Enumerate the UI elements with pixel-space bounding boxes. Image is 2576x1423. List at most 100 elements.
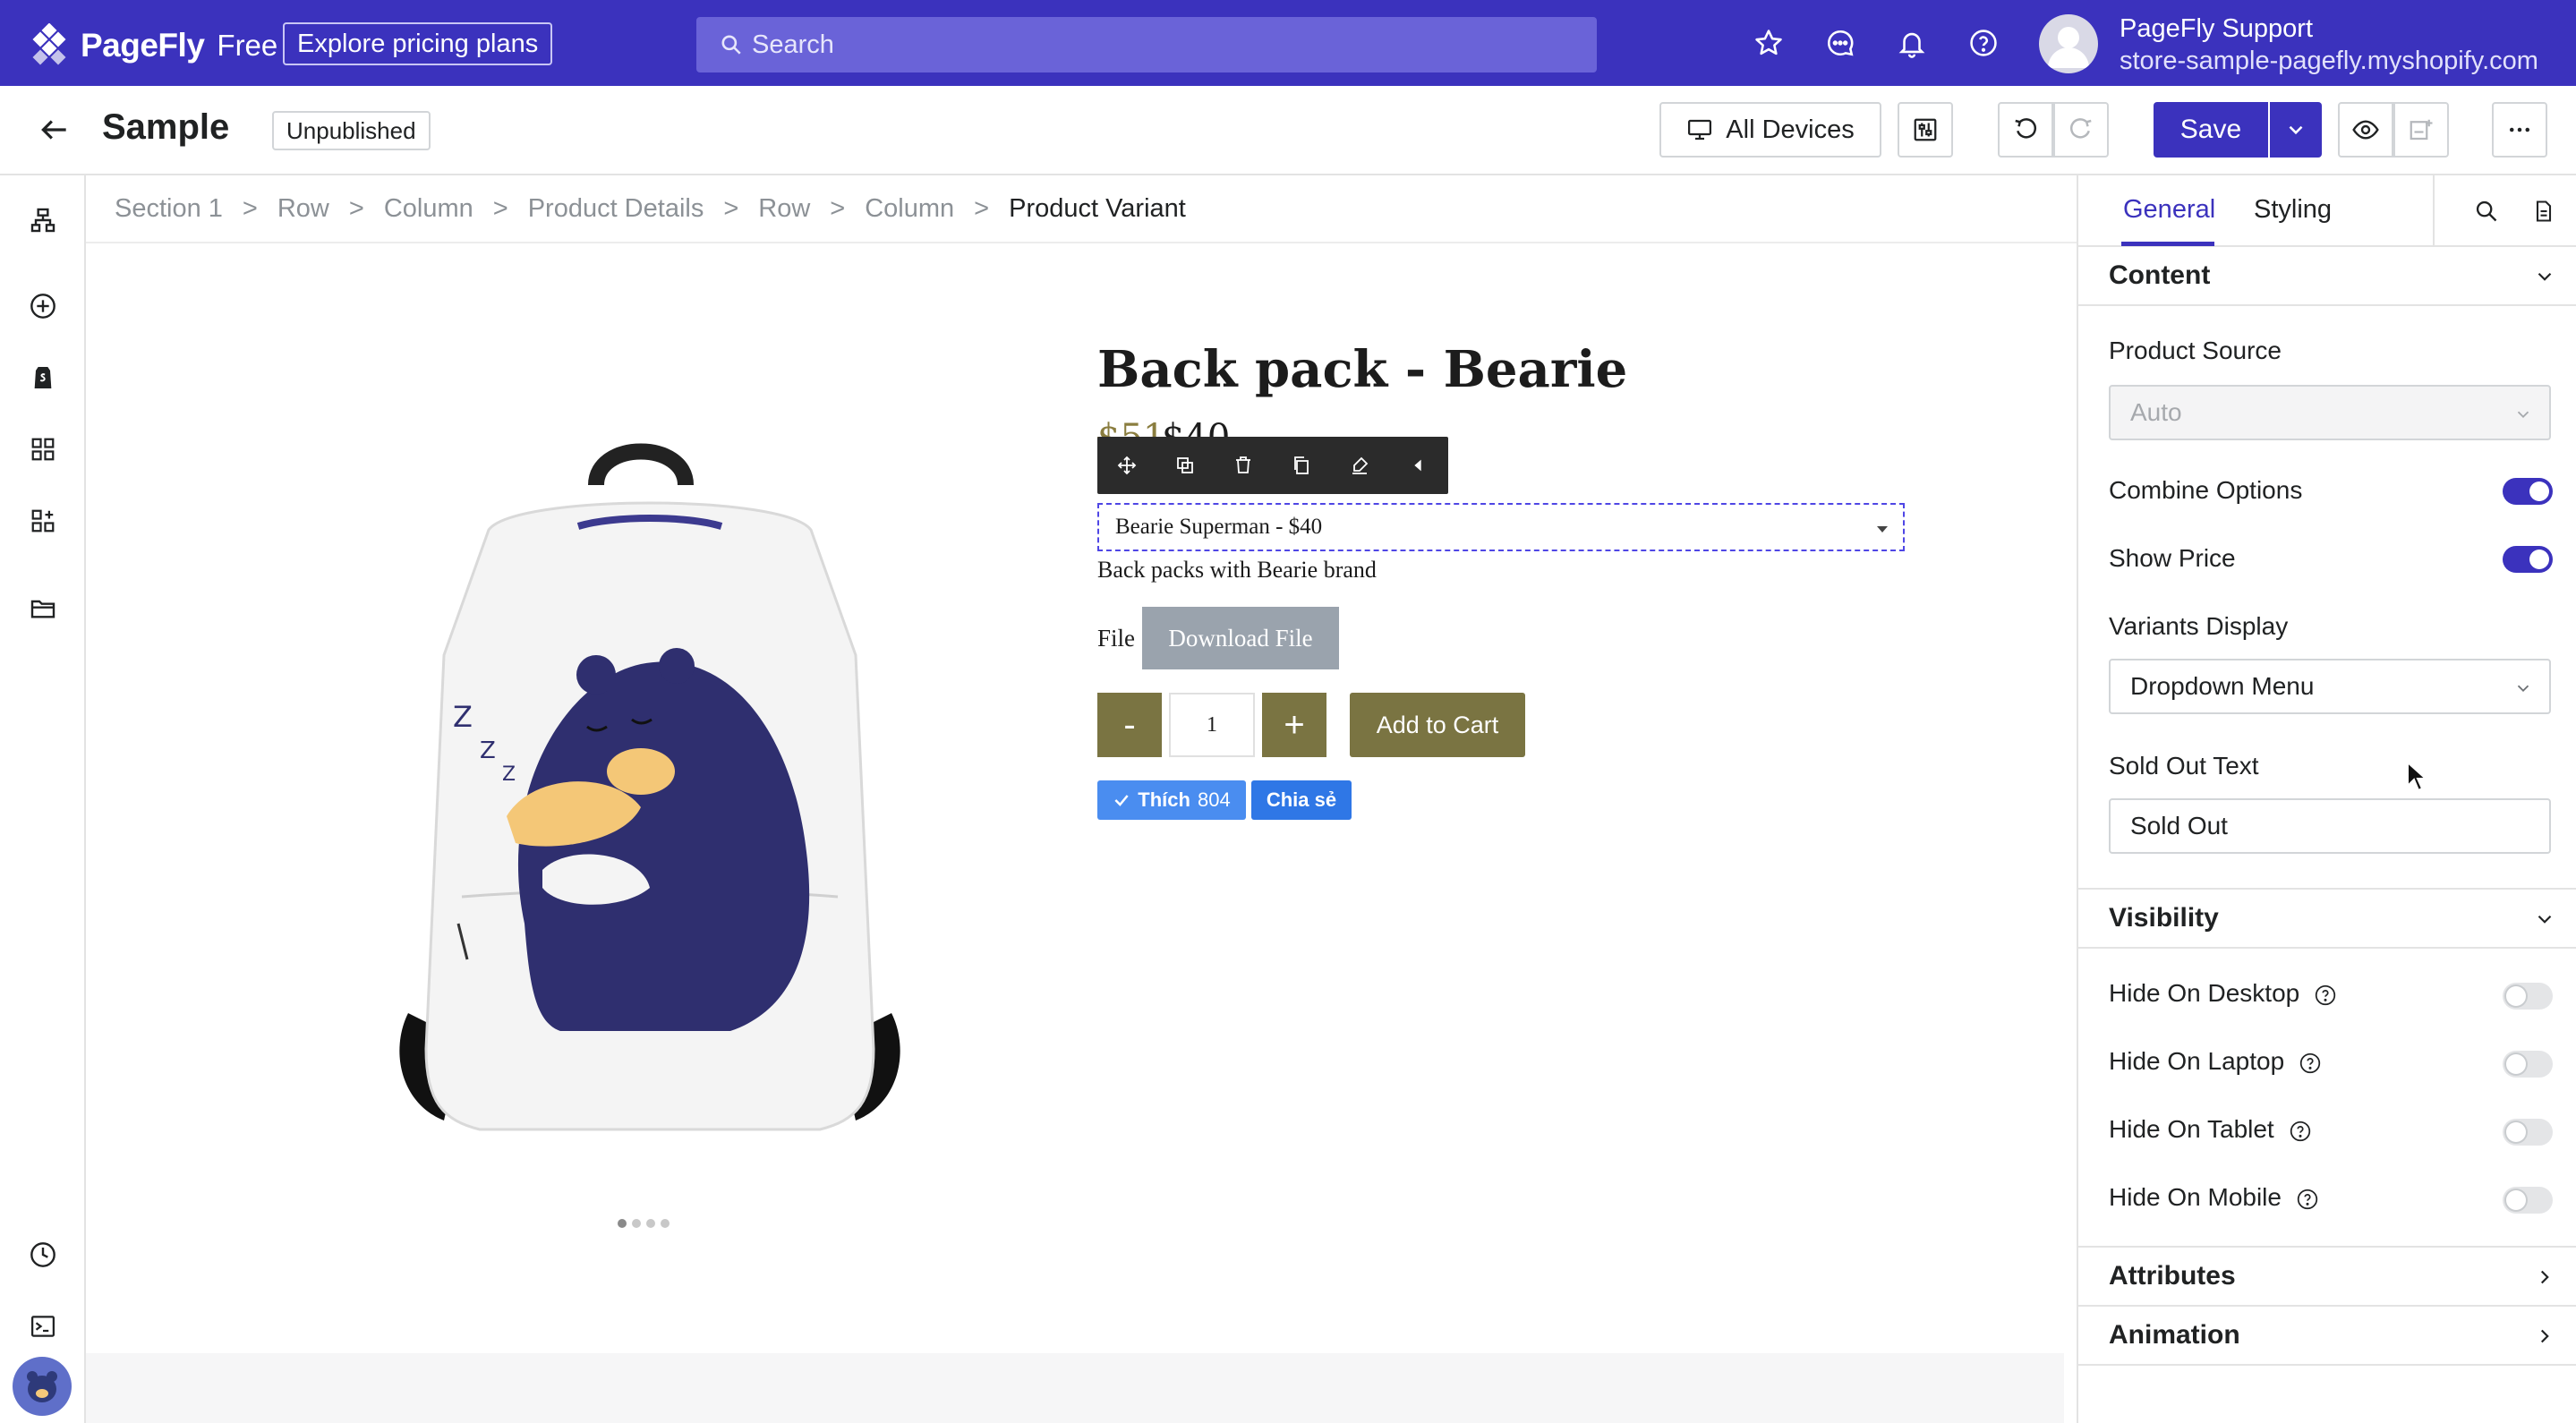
- duplicate-icon[interactable]: [1156, 437, 1214, 494]
- tab-general[interactable]: General: [2123, 195, 2215, 225]
- apps-icon[interactable]: [25, 503, 61, 539]
- user-avatar[interactable]: [2039, 14, 2098, 73]
- chevron-down-icon: [2533, 907, 2556, 931]
- animation-section-header[interactable]: Animation: [2078, 1307, 2576, 1364]
- breadcrumb-product-details[interactable]: Product Details: [528, 194, 704, 224]
- sold-out-text-label: Sold Out Text: [2109, 752, 2259, 780]
- star-icon[interactable]: [1751, 25, 1787, 61]
- breadcrumb-separator: >: [974, 193, 990, 223]
- hide-mobile-toggle[interactable]: [2503, 1187, 2553, 1214]
- terminal-icon[interactable]: [25, 1308, 61, 1344]
- delete-icon[interactable]: [1214, 437, 1272, 494]
- hide-mobile-row: Hide On Mobile: [2109, 1183, 2319, 1212]
- more-options-button[interactable]: [2492, 102, 2547, 158]
- preview-button[interactable]: [2338, 102, 2393, 158]
- sold-out-text-input[interactable]: Sold Out: [2109, 798, 2551, 854]
- explore-pricing-button[interactable]: Explore pricing plans: [283, 22, 553, 65]
- variant-dropdown[interactable]: Bearie Superman - $40: [1097, 503, 1905, 551]
- carousel-dot[interactable]: [661, 1219, 670, 1228]
- toggle-knob: [2506, 1122, 2526, 1142]
- hide-tablet-toggle[interactable]: [2503, 1119, 2553, 1146]
- add-to-cart-button[interactable]: Add to Cart: [1350, 693, 1525, 757]
- quantity-decrease-button[interactable]: -: [1097, 693, 1162, 757]
- quantity-increase-button[interactable]: +: [1262, 693, 1326, 757]
- user-account-menu[interactable]: PageFly Support store-sample-pagefly.mys…: [2120, 13, 2538, 77]
- content-section-header[interactable]: Content: [2078, 247, 2576, 304]
- carousel-dot[interactable]: [632, 1219, 641, 1228]
- carousel-dot[interactable]: [646, 1219, 655, 1228]
- history-icon[interactable]: [25, 1237, 61, 1273]
- facebook-share-button[interactable]: Chia sẻ: [1251, 780, 1352, 820]
- bear-avatar[interactable]: [13, 1357, 72, 1416]
- help-icon[interactable]: [2296, 1188, 2319, 1211]
- breadcrumb-section[interactable]: Section 1: [115, 194, 223, 224]
- check-icon: [1113, 791, 1130, 809]
- svg-text:Z: Z: [480, 737, 496, 764]
- pagefly-logo[interactable]: PageFly Free: [27, 23, 277, 68]
- undo-icon: [2012, 116, 2039, 143]
- publish-button[interactable]: [2393, 102, 2449, 158]
- back-arrow-icon[interactable]: [38, 113, 72, 147]
- layers-icon[interactable]: [25, 202, 61, 238]
- carousel-dot[interactable]: [618, 1219, 627, 1228]
- copy-icon[interactable]: [1272, 437, 1330, 494]
- page-document-icon[interactable]: [2526, 193, 2562, 229]
- help-icon[interactable]: [2289, 1120, 2312, 1143]
- quantity-input[interactable]: 1: [1169, 693, 1255, 757]
- hide-laptop-label: Hide On Laptop: [2109, 1047, 2285, 1075]
- breadcrumb-column[interactable]: Column: [384, 194, 473, 224]
- bell-icon[interactable]: [1894, 25, 1930, 61]
- chevron-right-icon: [2533, 1325, 2556, 1348]
- settings-sliders-button[interactable]: [1898, 102, 1953, 158]
- product-source-select[interactable]: Auto: [2109, 385, 2551, 440]
- breadcrumb-row[interactable]: Row: [277, 194, 329, 224]
- show-price-toggle[interactable]: [2503, 546, 2553, 573]
- product-title[interactable]: Back pack - Bearie: [1097, 340, 1627, 399]
- product-image-backpack[interactable]: Z Z Z: [354, 422, 1124, 1156]
- svg-text:Z: Z: [453, 700, 473, 734]
- visibility-section-header[interactable]: Visibility: [2078, 890, 2576, 947]
- search-icon[interactable]: [2469, 193, 2504, 229]
- variants-display-select[interactable]: Dropdown Menu: [2109, 659, 2551, 714]
- caret-left-icon[interactable]: [1388, 437, 1446, 494]
- product-description[interactable]: Back packs with Bearie brand: [1097, 557, 1377, 584]
- search-input[interactable]: Search: [696, 17, 1597, 72]
- show-price-label: Show Price: [2109, 544, 2236, 572]
- page-title: Sample: [102, 107, 230, 147]
- redo-button[interactable]: [2053, 102, 2109, 158]
- facebook-like-button[interactable]: Thích 804: [1097, 780, 1246, 820]
- variants-display-value: Dropdown Menu: [2130, 672, 2315, 700]
- redo-icon: [2068, 116, 2094, 143]
- hide-laptop-toggle[interactable]: [2503, 1051, 2553, 1078]
- breadcrumb-column[interactable]: Column: [865, 194, 954, 224]
- download-file-button[interactable]: Download File: [1142, 607, 1339, 669]
- variant-selected-value: Bearie Superman - $40: [1115, 515, 1323, 539]
- status-badge: Unpublished: [272, 111, 431, 150]
- save-options-button[interactable]: [2270, 102, 2322, 158]
- undo-button[interactable]: [1998, 102, 2053, 158]
- save-button[interactable]: Save: [2154, 102, 2268, 158]
- attributes-section-title: Attributes: [2109, 1261, 2236, 1291]
- breadcrumb-row[interactable]: Row: [758, 194, 810, 224]
- attributes-section-header[interactable]: Attributes: [2078, 1248, 2576, 1305]
- help-icon[interactable]: [2299, 1052, 2322, 1075]
- hide-desktop-toggle[interactable]: [2503, 983, 2553, 1010]
- toggle-knob: [2506, 1054, 2526, 1074]
- shopify-icon[interactable]: [25, 360, 61, 396]
- image-carousel-dots[interactable]: [618, 1219, 670, 1228]
- grid-icon[interactable]: [25, 431, 61, 467]
- all-devices-button[interactable]: All Devices: [1659, 102, 1881, 158]
- tab-styling[interactable]: Styling: [2254, 195, 2332, 225]
- user-name: PageFly Support: [2120, 14, 2314, 43]
- editor-header: Sample Unpublished All Devices Save: [0, 86, 2576, 175]
- chat-icon[interactable]: [1822, 25, 1858, 61]
- hide-tablet-row: Hide On Tablet: [2109, 1115, 2312, 1144]
- help-icon[interactable]: [1966, 25, 2001, 61]
- add-element-icon[interactable]: [25, 288, 61, 324]
- folder-icon[interactable]: [25, 591, 61, 626]
- help-icon[interactable]: [2314, 984, 2337, 1007]
- style-brush-icon[interactable]: [1330, 437, 1388, 494]
- all-devices-label: All Devices: [1726, 115, 1855, 144]
- move-icon[interactable]: [1097, 437, 1156, 494]
- combine-options-toggle[interactable]: [2503, 478, 2553, 505]
